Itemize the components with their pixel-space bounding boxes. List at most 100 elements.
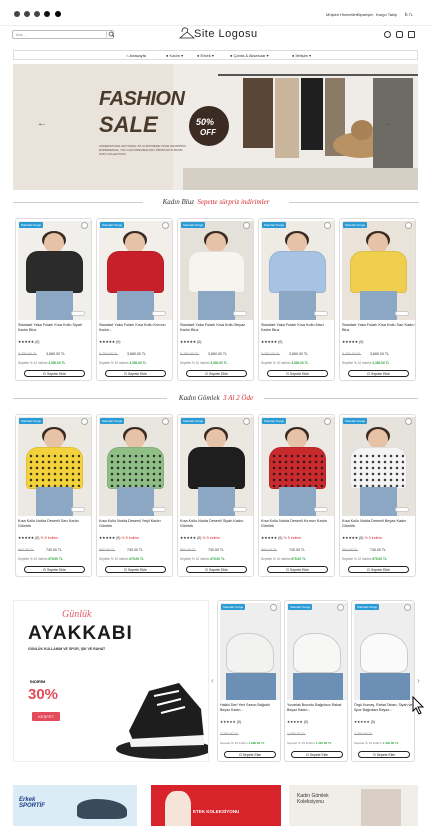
add-to-cart-button[interactable]: ⊡ Sepete Ekle (267, 370, 328, 377)
product-card[interactable]: Standart Kargo Hakiki Deri Yeni Sezon Bağ… (217, 600, 281, 762)
facebook-icon[interactable] (14, 11, 20, 17)
add-to-cart-button[interactable]: ⊡ Sepete Ekle (105, 566, 166, 573)
product-title[interactable]: Kısa Kollu Nokta Desenli Sarı Kadın Göml… (18, 519, 91, 529)
product-image[interactable] (18, 221, 91, 320)
youtube-icon[interactable] (44, 11, 50, 17)
nav-item-women[interactable]: ● Kadın ▾ (166, 53, 183, 58)
heart-icon[interactable] (337, 604, 344, 611)
promo-shoes-banner[interactable]: Günlük AYAKKABI GÜNLÜK KULLANIM VE SPOR,… (13, 600, 209, 762)
heart-icon[interactable] (162, 418, 169, 425)
add-to-cart-button[interactable]: ⊡ Sepete Ekle (224, 751, 276, 758)
search-button[interactable] (106, 30, 115, 39)
product-card[interactable]: Standart Kargo Kısa Kollu Nokta Desenli S… (15, 414, 92, 577)
banner-skirt-collection[interactable]: ETEK KOLEKSİYONU (151, 785, 281, 826)
basket-discount: Sepette % 15 indirim 1,990.00 TL (220, 741, 265, 745)
product-image[interactable] (99, 417, 172, 516)
rating-stars: ★★★★★ (0) % 5 indirim (18, 536, 59, 540)
product-image[interactable] (342, 417, 415, 516)
product-card[interactable]: Standart Kargo Standart Yaka Fularlı Kısa… (339, 218, 416, 381)
topbar-link-orders[interactable]: Siparişim (357, 12, 373, 17)
nav-item-bags[interactable]: ● Çanta & Aksesuar ▾ (230, 53, 269, 58)
product-image[interactable] (261, 417, 334, 516)
search-input[interactable]: Ara... (12, 30, 114, 39)
instagram-icon[interactable] (34, 11, 40, 17)
heart-icon[interactable] (243, 418, 250, 425)
add-to-cart-button[interactable]: ⊡ Sepete Ekle (186, 370, 247, 377)
tiktok-icon[interactable] (55, 11, 61, 17)
banner-women-shirt[interactable]: Kadın Gömlek Koleksiyonu (289, 785, 418, 826)
product-title[interactable]: Kısa Kollu Nokta Desenli Kırmızı Kadın G… (261, 519, 334, 529)
product-card[interactable]: Standart Kargo Standart Yaka Fularlı Kısa… (177, 218, 254, 381)
add-to-cart-button[interactable]: ⊡ Sepete Ekle (267, 566, 328, 573)
nav-item-men[interactable]: ● Erkek ▾ (197, 53, 214, 58)
nav-item-home[interactable]: ⌂ Anasayfa (126, 53, 146, 58)
heart-icon[interactable] (404, 604, 411, 611)
heart-icon[interactable] (405, 418, 412, 425)
heart-icon[interactable] (243, 222, 250, 229)
product-title[interactable]: Kısa Kollu Nokta Desenli Beyaz Kadın Göm… (342, 519, 415, 529)
product-card[interactable]: Standart Kargo Kısa Kollu Nokta Desenli Y… (96, 414, 173, 577)
product-image[interactable] (99, 221, 172, 320)
product-image[interactable] (180, 221, 253, 320)
cart-icon[interactable] (408, 31, 415, 38)
product-image[interactable] (287, 603, 347, 700)
topbar-link-support[interactable]: Müşteri Hizmetleri (326, 12, 358, 17)
shoe-carousel-prev[interactable]: ‹ (211, 676, 214, 685)
twitter-icon[interactable] (24, 11, 30, 17)
product-image[interactable] (354, 603, 414, 700)
product-card[interactable]: Standart Kargo Kısa Kollu Nokta Desenli S… (177, 414, 254, 577)
product-card[interactable]: Standart Kargo Standart Yaka Fularlı Kısa… (15, 218, 92, 381)
add-to-cart-button[interactable]: ⊡ Sepete Ekle (348, 566, 409, 573)
add-to-cart-button[interactable]: ⊡ Sepete Ekle (24, 566, 85, 573)
product-title[interactable]: Yuvarlak Burunlu Bağcıksız Rahat Beyaz K… (287, 703, 347, 713)
product-image[interactable] (261, 221, 334, 320)
current-price: 740.00 TL (370, 548, 387, 552)
heart-icon[interactable] (405, 222, 412, 229)
shipping-badge: Standart Kargo (262, 418, 287, 424)
heart-icon[interactable] (384, 31, 391, 38)
add-to-cart-button[interactable]: ⊡ Sepete Ekle (186, 566, 247, 573)
product-card[interactable]: Standart Kargo Yuvarlak Burunlu Bağcıksız… (284, 600, 348, 762)
heart-icon[interactable] (270, 604, 277, 611)
old-price: 2,350.00 TL (287, 732, 306, 736)
heart-icon[interactable] (81, 418, 88, 425)
product-title[interactable]: Örgü Kumaş, Rahat Taban, Siyah ve Spor B… (354, 703, 414, 713)
banner-next-arrow[interactable]: → (382, 118, 392, 129)
product-title[interactable]: Standart Yaka Fularlı Kısa Kollu Beyaz K… (180, 323, 253, 333)
add-to-cart-button[interactable]: ⊡ Sepete Ekle (105, 370, 166, 377)
shoe-carousel-next[interactable]: › (417, 676, 420, 685)
add-to-cart-button[interactable]: ⊡ Sepete Ekle (358, 751, 410, 758)
heart-icon[interactable] (324, 418, 331, 425)
heart-icon[interactable] (324, 222, 331, 229)
product-card[interactable]: Standart Kargo Kısa Kollu Nokta Desenli K… (258, 414, 335, 577)
product-image[interactable] (180, 417, 253, 516)
product-title[interactable]: Kısa Kollu Nokta Desenli Yeşil Kadın Göm… (99, 519, 172, 529)
user-icon[interactable] (396, 31, 403, 38)
product-image[interactable] (220, 603, 280, 700)
product-card[interactable]: Standart Kargo Standart Yaka Fularlı Kısa… (258, 218, 335, 381)
banner-prev-arrow[interactable]: ← (37, 118, 47, 129)
heart-icon[interactable] (162, 222, 169, 229)
add-to-cart-button[interactable]: ⊡ Sepete Ekle (24, 370, 85, 377)
product-card[interactable]: Standart Kargo Kısa Kollu Nokta Desenli B… (339, 414, 416, 577)
banner-men-sport[interactable]: Erkek SPORTİF (13, 785, 137, 826)
product-image[interactable] (18, 417, 91, 516)
currency-select[interactable]: ₺ TL (405, 12, 413, 17)
product-title[interactable]: Standart Yaka Fularlı Kısa Kollu Kırmızı… (99, 323, 172, 333)
product-title[interactable]: Standart Yaka Fularlı Kısa Kollu Siyah K… (18, 323, 91, 333)
add-to-cart-button[interactable]: ⊡ Sepete Ekle (348, 370, 409, 377)
product-card[interactable]: Standart Kargo Standart Yaka Fularlı Kısa… (96, 218, 173, 381)
product-card[interactable]: Standart Kargo Örgü Kumaş, Rahat Taban, S… (351, 600, 415, 762)
topbar-link-tracking[interactable]: Kargo Takip (376, 12, 397, 17)
hero-banner[interactable]: FASHION SALE UNDERSTOOD ANYTHING TO CUST… (13, 64, 418, 190)
nav-item-contact[interactable]: ● İletişim ▾ (292, 53, 311, 58)
product-title[interactable]: Standart Yaka Fularlı Kısa Kollu Mavi Ka… (261, 323, 334, 333)
site-logo[interactable]: Site Logosu (178, 24, 258, 46)
heart-icon[interactable] (81, 222, 88, 229)
promo-cta-button[interactable]: KEŞFET (32, 712, 60, 721)
add-to-cart-button[interactable]: ⊡ Sepete Ekle (291, 751, 343, 758)
product-title[interactable]: Hakiki Deri Yeni Sezon Bağcıklı Beyaz Ka… (220, 703, 280, 713)
product-title[interactable]: Kısa Kollu Nokta Desenli Siyah Kadın Göm… (180, 519, 253, 529)
product-image[interactable] (342, 221, 415, 320)
product-title[interactable]: Standart Yaka Fularlı Kısa Kollu Sarı Ka… (342, 323, 415, 333)
